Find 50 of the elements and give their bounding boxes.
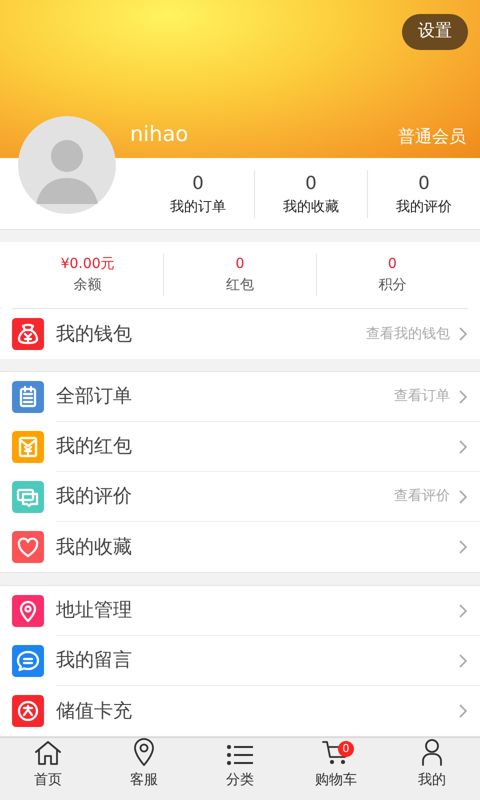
tab-item[interactable]: 客服: [96, 738, 192, 800]
member-level: 普通会员: [398, 126, 466, 148]
menu-label: 储值卡充: [56, 698, 132, 724]
person-icon: [421, 738, 443, 766]
balance-item[interactable]: 0 红包: [163, 254, 316, 296]
menu-hint: 查看评价: [394, 487, 450, 506]
menu-label: 我的钱包: [56, 322, 132, 347]
balance-label: 积分: [378, 276, 406, 295]
balance-value: ¥0.00元: [60, 255, 115, 274]
chevron-right-icon: [458, 388, 468, 404]
balance-label: 红包: [226, 276, 254, 295]
menu-hint: 查看我的钱包: [366, 324, 450, 344]
stat-value: 0: [192, 172, 204, 196]
tab-item[interactable]: 首页: [0, 738, 96, 800]
tab-item[interactable]: 购物车 0: [288, 738, 384, 800]
settings-button[interactable]: 设置: [402, 14, 468, 50]
home-icon: [34, 740, 62, 766]
balance-item[interactable]: 0 积分: [316, 254, 468, 296]
menu-label: 我的收藏: [56, 534, 132, 560]
menu-hint: 查看订单: [394, 387, 450, 406]
cart-badge: 0: [338, 741, 354, 757]
chevron-right-icon: [458, 703, 468, 719]
balance-label: 余额: [74, 276, 102, 295]
chevron-right-icon: [458, 602, 468, 618]
stat-item[interactable]: 0 我的订单: [142, 170, 254, 218]
balance-item[interactable]: ¥0.00元 余额: [12, 254, 164, 296]
chevron-right-icon: [458, 438, 468, 454]
stat-label: 我的评价: [396, 198, 452, 216]
chevron-right-icon: [458, 539, 468, 555]
menu-label: 我的评价: [56, 484, 132, 510]
tab-item[interactable]: 我的: [384, 738, 480, 800]
menu-label: 全部订单: [56, 384, 132, 410]
chevron-right-icon: [458, 652, 468, 668]
balance-value: 0: [388, 255, 397, 274]
chevron-right-icon: [458, 326, 468, 342]
list-icon: [226, 744, 254, 766]
stat-label: 我的订单: [170, 198, 226, 216]
stat-item[interactable]: 0 我的评价: [367, 170, 480, 218]
tab-item[interactable]: 分类: [192, 738, 288, 800]
username: nihao: [130, 120, 188, 148]
stat-label: 我的收藏: [283, 198, 339, 216]
menu-label: 我的留言: [56, 648, 132, 674]
stat-value: 0: [305, 172, 317, 196]
stat-value: 0: [418, 172, 430, 196]
location-pin-icon: [133, 738, 155, 766]
stat-item[interactable]: 0 我的收藏: [254, 170, 367, 218]
menu-label: 我的红包: [56, 434, 132, 460]
chevron-right-icon: [458, 488, 468, 504]
menu-label: 地址管理: [56, 598, 132, 624]
balance-value: 0: [236, 255, 244, 274]
